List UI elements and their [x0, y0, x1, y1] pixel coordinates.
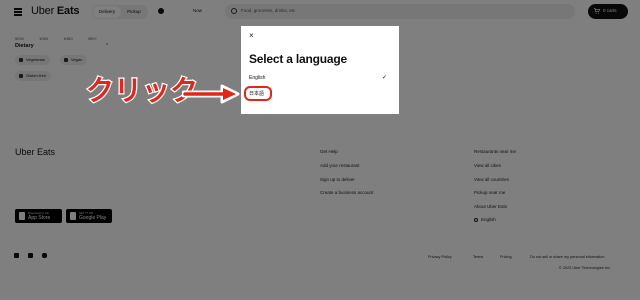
- close-icon[interactable]: ×: [249, 31, 254, 41]
- language-option-label: English: [249, 75, 266, 81]
- modal-title: Select a language: [249, 52, 347, 66]
- language-option-english[interactable]: English ✓: [249, 73, 393, 83]
- arrow-right-icon: [182, 84, 240, 104]
- check-icon: ✓: [381, 75, 387, 81]
- uber-eats-page: Uber Eats Delivery Pickup Now Food, groc…: [0, 0, 640, 300]
- highlight-box: [244, 86, 272, 101]
